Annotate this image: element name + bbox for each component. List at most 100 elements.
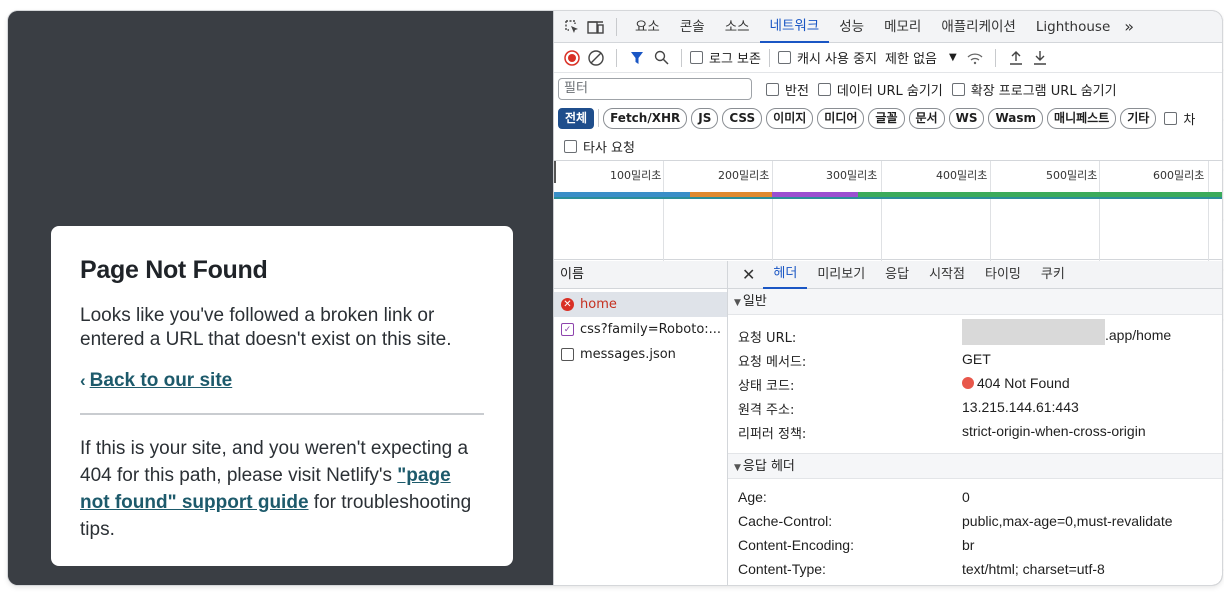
- upload-icon[interactable]: [1004, 46, 1028, 70]
- separator: [616, 17, 617, 36]
- checkbox-box[interactable]: [951, 82, 965, 96]
- header-row: Content-Type: text/html; charset=utf-8: [738, 561, 1105, 577]
- hide-extension-urls-checkbox[interactable]: 확장 프로그램 URL 숨기기: [951, 80, 1117, 99]
- chip-css[interactable]: CSS: [722, 107, 763, 129]
- redacted-block: [962, 318, 1105, 345]
- chevron-left-icon: ‹: [80, 371, 86, 390]
- search-icon[interactable]: [649, 46, 673, 70]
- help-text: If this is your site, and you weren't ex…: [80, 438, 472, 540]
- status-code-value: 404 Not Found: [962, 375, 1070, 391]
- header-row: 원격 주소: 13.215.144.61:443: [738, 399, 1079, 418]
- header-row: 상태 코드: 404 Not Found: [738, 375, 1070, 394]
- chip-all[interactable]: 전체: [558, 107, 595, 129]
- chip-font[interactable]: 글꼴: [868, 107, 905, 129]
- filter-icon[interactable]: [625, 46, 649, 70]
- invert-checkbox[interactable]: 반전: [766, 80, 809, 99]
- chip-image[interactable]: 이미지: [766, 107, 814, 129]
- tab-console[interactable]: 콘솔: [670, 11, 715, 43]
- request-url-value: .app/home: [962, 318, 1171, 345]
- chip-manifest[interactable]: 매니페스트: [1047, 107, 1117, 129]
- close-icon[interactable]: ✕: [728, 261, 763, 289]
- hide-data-urls-checkbox[interactable]: 데이터 URL 숨기기: [817, 80, 943, 99]
- more-tabs-icon[interactable]: »: [1120, 11, 1138, 43]
- page-viewport: Page Not Found Looks like you've followe…: [8, 11, 553, 585]
- tick-label: 500밀리초: [1046, 169, 1098, 182]
- checkbox-box[interactable]: [817, 82, 831, 96]
- expand-triangle-icon: ▼: [734, 463, 741, 473]
- disable-cache-checkbox[interactable]: 캐시 사용 중지: [777, 48, 877, 67]
- checkbox-box[interactable]: [1164, 111, 1178, 125]
- tab-network[interactable]: 네트워크: [759, 11, 830, 43]
- separator: [994, 48, 996, 67]
- header-row: 요청 메서드: GET: [738, 351, 991, 370]
- chip-js[interactable]: JS: [691, 107, 719, 129]
- tick-line: [772, 161, 773, 261]
- record-stop-icon[interactable]: [560, 46, 584, 70]
- tab-timing[interactable]: 타이밍: [975, 261, 1031, 289]
- chip-ws[interactable]: WS: [948, 107, 985, 129]
- tab-preview[interactable]: 미리보기: [807, 261, 875, 289]
- header-row: 요청 URL: .app/home: [728, 318, 1222, 347]
- tick-label: 600밀리초: [1153, 169, 1205, 182]
- network-overview-timeline[interactable]: 100밀리초 200밀리초 300밀리초 400밀리초 500밀리초 600밀리…: [554, 160, 1222, 261]
- browser-window: Page Not Found Looks like you've followe…: [8, 11, 1222, 585]
- request-list: 이름 ✕ home ✓ css?family=Roboto:... messag…: [554, 261, 728, 585]
- devtools-panel: 요소 콘솔 소스 네트워크 성능 메모리 애플리케이션 Lighthouse »: [553, 11, 1222, 585]
- checkbox-box[interactable]: [766, 82, 779, 96]
- tab-memory[interactable]: 메모리: [874, 11, 931, 43]
- chip-media[interactable]: 미디어: [817, 107, 865, 129]
- chip-other[interactable]: 기타: [1120, 107, 1157, 129]
- tab-elements[interactable]: 요소: [625, 11, 670, 43]
- chip-doc[interactable]: 문서: [908, 107, 945, 129]
- divider: [80, 413, 484, 415]
- tick-label: 400밀리초: [936, 169, 988, 182]
- general-section-header[interactable]: ▼ 일반: [728, 289, 1222, 315]
- checkbox-box[interactable]: [690, 51, 703, 64]
- checkbox-box[interactable]: [564, 139, 577, 153]
- separator: [616, 48, 617, 67]
- dropdown-arrow-icon: ▼: [949, 52, 957, 63]
- clear-icon[interactable]: [584, 46, 608, 70]
- header-row: Cache-Control: public,max-age=0,must-reva…: [738, 513, 1173, 529]
- timeline-bar-teal: [554, 197, 1222, 199]
- tab-response[interactable]: 응답: [875, 261, 919, 289]
- tab-lighthouse[interactable]: Lighthouse: [1026, 11, 1120, 43]
- filter-input[interactable]: 필터: [558, 78, 752, 100]
- not-found-card: Page Not Found Looks like you've followe…: [51, 226, 513, 566]
- tick-label: 300밀리초: [826, 169, 878, 182]
- download-icon[interactable]: [1028, 46, 1052, 70]
- back-to-site-link[interactable]: ‹ Back to our site: [80, 370, 485, 392]
- blocked-requests-checkbox[interactable]: 차: [1164, 109, 1195, 128]
- device-toolbar-icon[interactable]: [584, 15, 608, 39]
- tab-performance[interactable]: 성능: [829, 11, 874, 43]
- request-row-home[interactable]: ✕ home: [554, 292, 727, 317]
- devtools-tabbar: 요소 콘솔 소스 네트워크 성능 메모리 애플리케이션 Lighthouse »: [554, 11, 1222, 43]
- third-party-checkbox[interactable]: 타사 요청: [564, 137, 635, 156]
- tab-application[interactable]: 애플리케이션: [931, 11, 1026, 43]
- chip-wasm[interactable]: Wasm: [988, 107, 1044, 129]
- separator: [768, 48, 770, 67]
- request-row-messages[interactable]: messages.json: [554, 342, 727, 367]
- page-title: Page Not Found: [80, 256, 268, 284]
- response-headers-section-header[interactable]: ▼ 응답 헤더: [728, 453, 1222, 479]
- throttling-select[interactable]: 제한 없음 ▼: [885, 48, 957, 67]
- stylesheet-icon: ✓: [561, 323, 574, 336]
- header-row: 리퍼러 정책: strict-origin-when-cross-origin: [738, 423, 1146, 442]
- checkbox-box[interactable]: [777, 51, 791, 64]
- tab-cookies[interactable]: 쿠키: [1031, 261, 1075, 289]
- timeline-cursor: [554, 161, 556, 183]
- name-column-header[interactable]: 이름: [554, 261, 727, 289]
- request-row-css[interactable]: ✓ css?family=Roboto:...: [554, 317, 727, 342]
- network-conditions-icon[interactable]: [963, 46, 987, 70]
- tab-initiator[interactable]: 시작점: [919, 261, 975, 289]
- expand-triangle-icon: ▼: [734, 298, 741, 308]
- tab-sources[interactable]: 소스: [715, 11, 760, 43]
- preserve-log-checkbox[interactable]: 로그 보존: [690, 48, 761, 67]
- chip-fetch-xhr[interactable]: Fetch/XHR: [603, 107, 688, 129]
- tab-headers[interactable]: 헤더: [763, 261, 808, 289]
- third-party-row: 타사 요청: [554, 133, 1222, 159]
- tick-label: 200밀리초: [718, 169, 770, 182]
- type-filter-chips: 전체 Fetch/XHR JS CSS 이미지 미디어 글꼴 문서 WS Was…: [554, 104, 1222, 132]
- inspect-element-icon[interactable]: [560, 15, 584, 39]
- header-row: Age: 0: [738, 489, 970, 505]
